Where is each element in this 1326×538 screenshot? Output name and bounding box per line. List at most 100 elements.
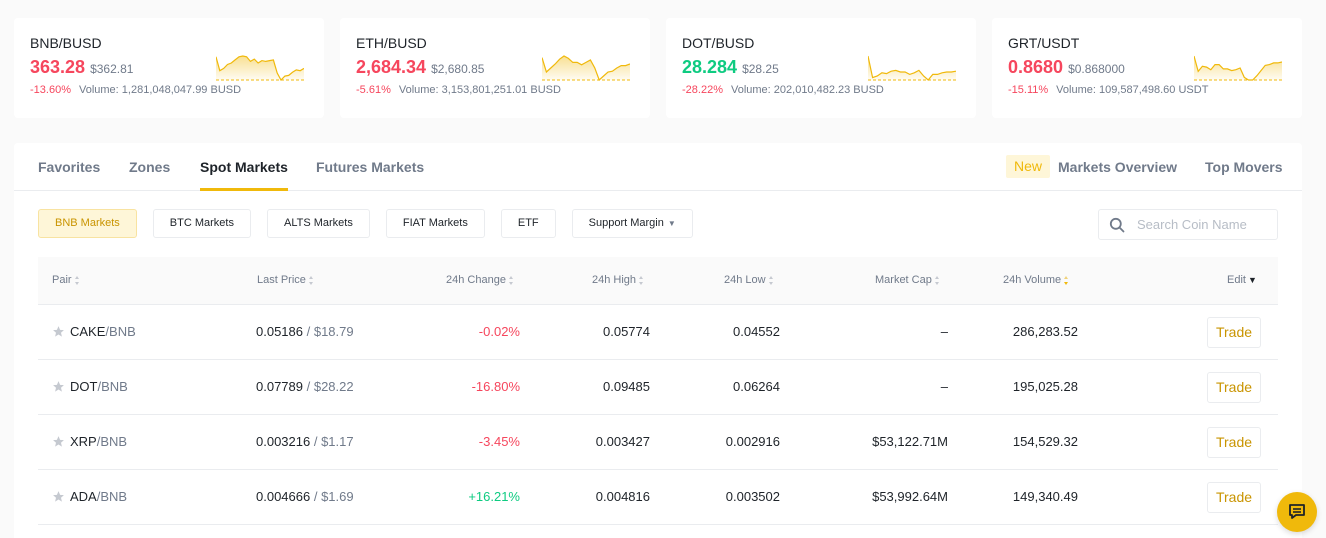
ticker-pair: BNB/BUSD bbox=[30, 35, 102, 51]
ticker-card[interactable]: GRT/USDT 0.8680 $0.868000 -15.11% Volume… bbox=[992, 18, 1302, 118]
last-price: 0.07789 bbox=[256, 379, 303, 394]
star-icon[interactable] bbox=[52, 435, 65, 448]
sort-icon bbox=[508, 275, 514, 285]
star-icon[interactable] bbox=[52, 380, 65, 393]
pair-quote: /BNB bbox=[96, 489, 128, 504]
low-24h: 0.06264 bbox=[733, 379, 780, 394]
col-header-label: 24h Low bbox=[724, 274, 766, 286]
market-cap: $53,992.64M bbox=[872, 489, 948, 504]
filter-btc-markets[interactable]: BTC Markets bbox=[152, 209, 251, 238]
ticker-volume: Volume: 1,281,048,047.99 BUSD bbox=[78, 84, 242, 96]
sparkline-area bbox=[216, 56, 304, 80]
sparkline-chart bbox=[1194, 55, 1282, 81]
volume-24h: 154,529.32 bbox=[1012, 434, 1078, 449]
filter-bnb-markets[interactable]: BNB Markets bbox=[38, 209, 137, 238]
col-header-24h-high[interactable]: 24h High bbox=[592, 257, 644, 303]
chat-icon bbox=[1289, 504, 1305, 519]
col-header-label: Market Cap bbox=[875, 274, 932, 286]
search-box[interactable] bbox=[1098, 209, 1278, 240]
trade-button[interactable]: Trade bbox=[1207, 372, 1261, 403]
new-badge: New bbox=[1006, 155, 1051, 178]
trade-button[interactable]: Trade bbox=[1207, 427, 1261, 458]
pair-base[interactable]: ADA bbox=[70, 489, 97, 504]
filter-etf[interactable]: ETF bbox=[500, 209, 556, 238]
ticker-price: 28.284 bbox=[682, 57, 738, 77]
sparkline-chart bbox=[868, 55, 956, 81]
table-row[interactable]: ADA/BNB 0.004666 / $1.69 +16.21% 0.004816 0.… bbox=[38, 470, 1278, 525]
market-cap: – bbox=[940, 379, 948, 394]
ticker-card[interactable]: ETH/BUSD 2,684.34 $2,680.85 -5.61% Volum… bbox=[340, 18, 650, 118]
last-price-usd: / $18.79 bbox=[303, 324, 354, 339]
sort-icon bbox=[768, 275, 774, 285]
ticker-change: -15.11% bbox=[1008, 84, 1049, 96]
edit-columns-button[interactable]: Edit ▼ bbox=[1227, 257, 1257, 303]
sparkline-chart bbox=[542, 55, 630, 82]
col-header-label: Last Price bbox=[257, 274, 306, 286]
trade-button[interactable]: Trade bbox=[1207, 482, 1261, 513]
tab-markets-overview[interactable]: Markets Overview bbox=[1058, 143, 1177, 191]
pair-quote: /BNB bbox=[105, 324, 136, 339]
edit-label: Edit bbox=[1227, 274, 1246, 286]
sort-desc-icon bbox=[1064, 275, 1069, 285]
last-price-usd: / $1.17 bbox=[310, 434, 354, 449]
trade-button[interactable]: Trade bbox=[1207, 317, 1261, 348]
last-price: 0.05186 bbox=[256, 324, 303, 339]
low-24h: 0.003502 bbox=[725, 489, 780, 504]
ticker-usd-price: $362.81 bbox=[90, 62, 134, 76]
low-24h: 0.002916 bbox=[725, 434, 780, 449]
tab-top-movers[interactable]: Top Movers bbox=[1205, 143, 1283, 191]
pair-base[interactable]: XRP bbox=[70, 434, 97, 449]
ticker-card[interactable]: BNB/BUSD 363.28 $362.81 -13.60% Volume: … bbox=[14, 18, 324, 118]
ticker-usd-price: $0.868000 bbox=[1068, 62, 1125, 76]
ticker-change: -13.60% bbox=[30, 84, 71, 96]
filter-alts-markets[interactable]: ALTS Markets bbox=[266, 209, 370, 238]
col-header-24h-change[interactable]: 24h Change bbox=[446, 257, 514, 303]
sort-icon bbox=[934, 275, 940, 285]
sort-icon bbox=[639, 275, 644, 285]
pair-base[interactable]: DOT bbox=[70, 379, 97, 394]
table-row[interactable]: CAKE/BNB 0.05186 / $18.79 -0.02% 0.05774 0.0… bbox=[38, 305, 1278, 360]
sort-icon bbox=[74, 275, 80, 285]
col-header-last-price[interactable]: Last Price bbox=[257, 257, 314, 303]
tab-zones[interactable]: Zones bbox=[129, 143, 170, 191]
ticker-volume: Volume: 202,010,482.23 BUSD bbox=[730, 84, 884, 96]
chat-support-button[interactable] bbox=[1277, 492, 1317, 532]
ticker-card[interactable]: DOT/BUSD 28.284 $28.25 -28.22% Volume: 2… bbox=[666, 18, 976, 118]
ticker-volume: Volume: 109,587,498.60 USDT bbox=[1056, 84, 1209, 96]
col-header-24h-low[interactable]: 24h Low bbox=[724, 257, 774, 303]
col-header-24h-volume[interactable]: 24h Volume bbox=[1003, 257, 1069, 303]
tab-spot-markets[interactable]: Spot Markets bbox=[200, 143, 288, 191]
col-header-market-cap[interactable]: Market Cap bbox=[875, 257, 940, 303]
market-filters: BNB Markets BTC Markets ALTS Markets FIA… bbox=[38, 209, 693, 238]
caret-down-icon: ▼ bbox=[667, 219, 676, 228]
star-icon[interactable] bbox=[52, 325, 65, 338]
table-row[interactable]: XRP/BNB 0.003216 / $1.17 -3.45% 0.003427 0.0… bbox=[38, 415, 1278, 470]
last-price-usd: / $1.69 bbox=[310, 489, 354, 504]
tab-futures-markets[interactable]: Futures Markets bbox=[316, 143, 424, 191]
last-price: 0.004666 bbox=[256, 489, 311, 504]
high-24h: 0.09485 bbox=[603, 379, 650, 394]
ticker-pair: GRT/USDT bbox=[1008, 35, 1080, 51]
tab-favorites[interactable]: Favorites bbox=[38, 143, 100, 191]
ticker-pair: ETH/BUSD bbox=[356, 35, 427, 51]
pair-quote: /BNB bbox=[97, 379, 128, 394]
ticker-change: -5.61% bbox=[356, 84, 391, 96]
star-icon[interactable] bbox=[52, 490, 65, 503]
col-header-label: 24h Change bbox=[446, 274, 506, 286]
col-header-pair[interactable]: Pair bbox=[52, 257, 80, 303]
market-cap: $53,122.71M bbox=[872, 434, 948, 449]
change-24h: -3.45% bbox=[478, 434, 520, 449]
search-coin-input[interactable] bbox=[1137, 217, 1277, 232]
col-header-label: Pair bbox=[52, 274, 72, 286]
ticker-price: 363.28 bbox=[30, 57, 86, 77]
col-header-label: 24h Volume bbox=[1003, 274, 1062, 286]
ticker-pair: DOT/BUSD bbox=[682, 35, 755, 51]
filter-fiat-markets[interactable]: FIAT Markets bbox=[385, 209, 485, 238]
filter-support-margin-label: Support Margin bbox=[588, 217, 664, 229]
markets-table: Pair Last Price 24h Change 24h High 24h … bbox=[38, 257, 1278, 525]
last-price: 0.003216 bbox=[256, 434, 311, 449]
pair-base[interactable]: CAKE bbox=[70, 324, 105, 339]
filter-support-margin-dropdown[interactable]: Support Margin ▼ bbox=[571, 209, 693, 238]
table-row[interactable]: DOT/BNB 0.07789 / $28.22 -16.80% 0.09485 0.0… bbox=[38, 360, 1278, 415]
volume-24h: 195,025.28 bbox=[1012, 379, 1078, 394]
